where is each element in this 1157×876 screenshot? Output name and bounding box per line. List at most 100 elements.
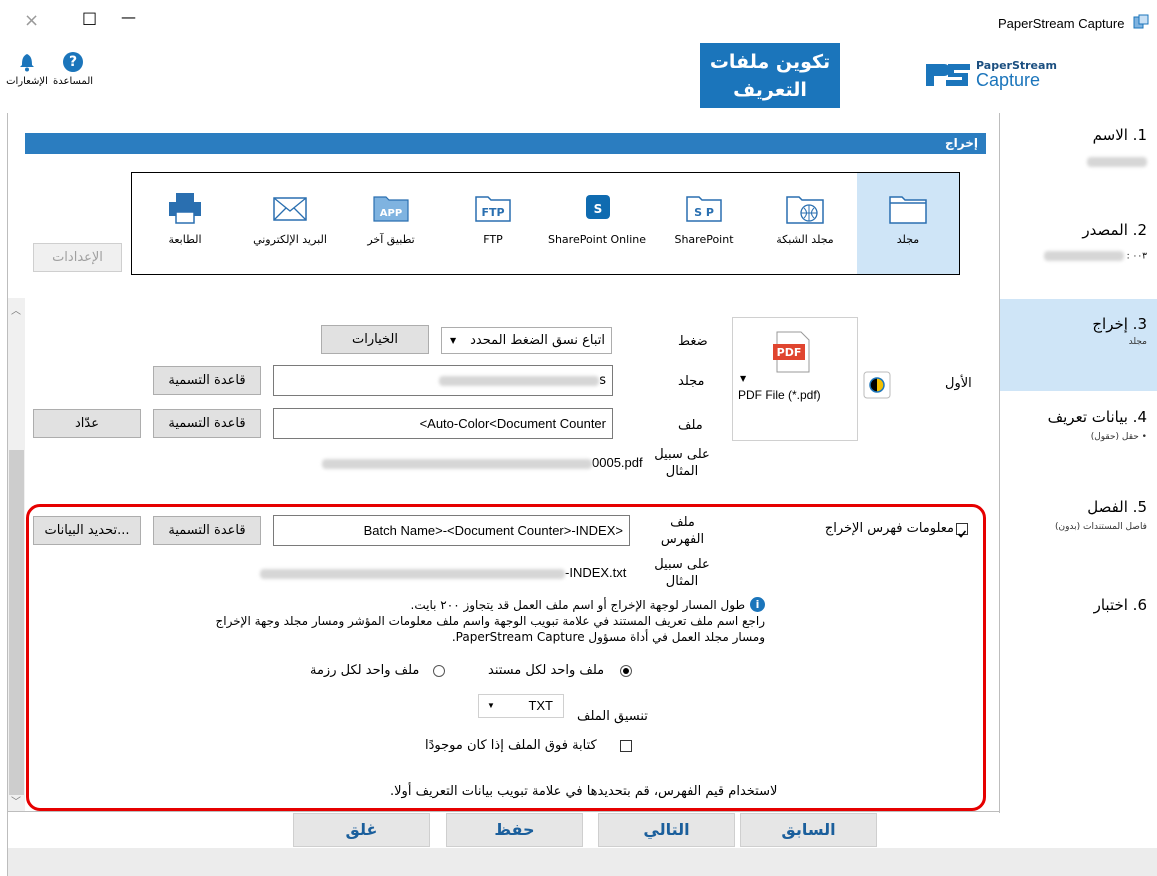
- nav-step-metadata[interactable]: 4. بيانات تعريف • حقل (حقول): [1000, 400, 1157, 460]
- overwrite-checkbox-label: كتابة فوق الملف إذا كان موجودًا: [425, 738, 597, 753]
- footer-divider: [8, 811, 999, 812]
- file-label: ملف: [678, 418, 703, 433]
- destination-network-folder[interactable]: مجلد الشبكة: [764, 191, 846, 246]
- output-index-checkbox[interactable]: معلومات فهرس الإخراج: [808, 520, 978, 538]
- nav-step-output[interactable]: 3. إخراج مجلد: [1000, 299, 1157, 391]
- nav-step-separation[interactable]: 5. الفصل فاصل المستندات (بدون): [1000, 490, 1157, 550]
- scroll-up-arrow[interactable]: ︿: [11, 302, 21, 317]
- svg-text:FTP: FTP: [481, 206, 504, 219]
- file-name-input[interactable]: <Auto-Color<Document Counter: [273, 408, 613, 439]
- destination-network-folder-label: مجلد الشبكة: [776, 233, 834, 246]
- close-button[interactable]: غلق: [293, 813, 430, 847]
- svg-text:APP: APP: [380, 208, 402, 219]
- destination-printer-label: الطابعة: [168, 233, 202, 246]
- nav-step-test-title: 6. اختبار: [1093, 596, 1147, 614]
- destination-folder[interactable]: مجلد: [867, 191, 949, 246]
- destination-sharepoint-online[interactable]: S SharePoint Online: [542, 191, 652, 246]
- options-button[interactable]: الخيارات: [321, 325, 429, 354]
- folder-naming-rule-button[interactable]: قاعدة التسمية: [153, 366, 261, 395]
- nav-step-metadata-sub: • حقل (حقول): [1090, 432, 1147, 442]
- radio-per-batch[interactable]: [433, 665, 445, 677]
- file-type-dropdown-arrow[interactable]: ▼: [740, 374, 746, 383]
- bell-icon: [17, 52, 37, 72]
- example-path-value: 0005.pdf: [322, 455, 643, 470]
- nav-step-source[interactable]: 2. المصدر : ٠٠٣: [1000, 210, 1157, 280]
- settings-button[interactable]: الإعدادات: [33, 243, 122, 272]
- minimize-window-button[interactable]: —: [121, 8, 136, 26]
- file-naming-rule-button[interactable]: قاعدة التسمية: [153, 409, 261, 438]
- main-panel-border-right: [999, 113, 1000, 813]
- index-example-value: -INDEX.txt: [260, 565, 626, 580]
- color-mode-icon: [862, 370, 892, 400]
- index-file-input[interactable]: Batch Name>-<Document Counter>-INDEX>: [273, 515, 630, 546]
- nav-step-metadata-title: 4. بيانات تعريف: [1047, 408, 1147, 426]
- nav-step-test[interactable]: 6. اختبار: [1000, 590, 1157, 630]
- update-data-button[interactable]: تحديد البيانات...: [33, 516, 141, 545]
- nav-step-name-value: [1087, 151, 1147, 170]
- destination-sharepoint-online-label: SharePoint Online: [547, 233, 647, 246]
- destination-email[interactable]: البريد الإلكتروني: [242, 191, 338, 246]
- paperstream-logo: PaperStream Capture: [924, 58, 1084, 98]
- scroll-down-arrow[interactable]: ﹀: [11, 793, 21, 808]
- overwrite-checkbox[interactable]: [620, 740, 632, 752]
- index-naming-rule-button[interactable]: قاعدة التسمية: [153, 516, 261, 545]
- close-window-button[interactable]: ×: [24, 10, 39, 31]
- nav-step-source-sub: : ٠٠٣: [1043, 251, 1147, 262]
- counter-button[interactable]: عدّاد: [33, 409, 141, 438]
- nav-step-separation-sub: فاصل المستندات (بدون): [1054, 522, 1147, 532]
- title-line-1: تكوين ملفات: [709, 51, 831, 73]
- output-section-bar: إخراج: [25, 133, 986, 154]
- annotation-highlight: [26, 504, 986, 811]
- next-button[interactable]: التالي: [598, 813, 735, 847]
- file-format-select[interactable]: ▼ TXT: [478, 694, 564, 718]
- nav-step-name-title: 1. الاسم: [1092, 126, 1147, 144]
- folder-path-input[interactable]: s: [273, 365, 613, 396]
- back-button[interactable]: السابق: [740, 813, 877, 847]
- destination-ftp-label: FTP: [483, 233, 503, 246]
- path-length-warning: i طول المسار لوجهة الإخراج أو اسم ملف ال…: [40, 597, 765, 645]
- destination-printer[interactable]: الطابعة: [144, 191, 226, 246]
- notifications-button[interactable]: الإشعارات: [2, 52, 52, 87]
- scroll-thumb[interactable]: [9, 450, 24, 795]
- profile-config-title: تكوين ملفات التعريف: [700, 43, 840, 108]
- email-icon: [273, 197, 307, 221]
- title-line-2: التعريف: [733, 79, 807, 101]
- warning-line-1: طول المسار لوجهة الإخراج أو اسم ملف العم…: [410, 598, 745, 612]
- output-index-checkbox-label: معلومات فهرس الإخراج: [824, 521, 954, 536]
- help-button[interactable]: ? المساعدة: [50, 52, 96, 87]
- compression-select[interactable]: اتباع نسق الضغط المحدد ▼: [441, 327, 612, 354]
- index-footer-note: لاستخدام قيم الفهرس، قم بتحديدها في علام…: [390, 784, 778, 799]
- first-label: الأول: [945, 376, 972, 391]
- svg-text:PDF: PDF: [777, 346, 802, 359]
- save-button[interactable]: حفظ: [446, 813, 583, 847]
- title-bar: × □ — PaperStream Capture: [0, 0, 1157, 40]
- app-icon: [1133, 14, 1149, 30]
- ftp-icon: FTP: [475, 196, 511, 222]
- example-label: على سبيل المثال: [654, 447, 710, 479]
- help-icon: ?: [63, 52, 83, 72]
- file-type-box[interactable]: PDF ▼ PDF File (*.pdf): [732, 317, 858, 441]
- output-index-checkbox-box[interactable]: [956, 523, 968, 538]
- nav-step-separation-title: 5. الفصل: [1087, 498, 1147, 516]
- notifications-label: الإشعارات: [6, 76, 48, 87]
- destination-folder-label: مجلد: [896, 233, 920, 246]
- radio-per-document[interactable]: [620, 665, 632, 677]
- nav-step-name[interactable]: 1. الاسم: [1000, 120, 1157, 190]
- status-strip: [8, 848, 1157, 876]
- destination-ftp[interactable]: FTP FTP: [452, 191, 534, 246]
- destination-selector: مجلد مجلد الشبكة S P SharePoint S ShareP…: [131, 172, 960, 275]
- nav-step-output-sub: مجلد: [1128, 337, 1147, 347]
- destination-sharepoint[interactable]: S P SharePoint: [663, 191, 745, 246]
- destination-other-app[interactable]: APP تطبيق آخر: [350, 191, 432, 246]
- maximize-window-button[interactable]: □: [82, 8, 97, 27]
- destination-other-app-label: تطبيق آخر: [367, 233, 415, 246]
- window-title: PaperStream Capture: [998, 16, 1125, 31]
- vertical-scrollbar[interactable]: ︿ ﹀: [8, 298, 25, 811]
- radio-per-batch-label: ملف واحد لكل رزمة: [310, 663, 420, 678]
- destination-email-label: البريد الإلكتروني: [253, 233, 327, 246]
- app-icon: APP: [373, 196, 409, 222]
- compression-label: ضغط: [678, 334, 708, 349]
- index-example-label: على سبيل المثال: [654, 557, 710, 589]
- svg-text:S: S: [594, 202, 603, 216]
- info-icon: i: [750, 597, 765, 612]
